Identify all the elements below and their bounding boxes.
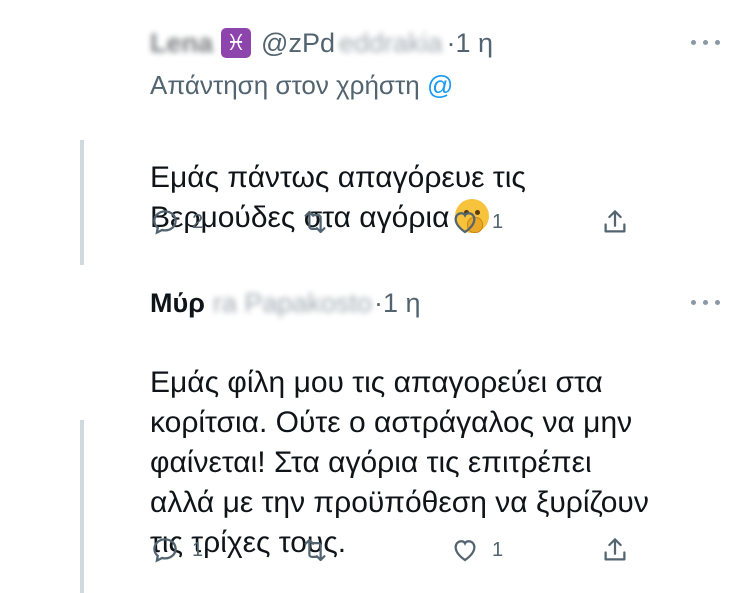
heart-icon [454, 540, 476, 562]
retweet-button[interactable] [300, 535, 450, 565]
like-button[interactable]: 1 [450, 535, 600, 565]
retweet-icon [304, 538, 326, 562]
like-count: 1 [492, 538, 504, 561]
share-button[interactable] [600, 207, 640, 237]
share-icon [604, 210, 626, 233]
heart-icon [454, 212, 476, 234]
tweet-text: Εμάς φίλη μου τις απαγορεύει στα κορίτσι… [150, 323, 710, 563]
tweet-header: Lena ♓ @zPd eddrakia ·1 η [150, 26, 493, 60]
tweet[interactable]: Lena ♓ @zPd eddrakia ·1 η Απάντηση στον … [0, 0, 750, 280]
action-bar: 1 1 [150, 530, 640, 570]
like-button[interactable]: 1 [450, 207, 600, 237]
share-icon [604, 538, 626, 561]
reply-to-label: Απάντηση στον χρήστη [150, 70, 420, 100]
reply-to-line: Απάντηση στον χρήστη @ [150, 70, 453, 101]
reply-count: 2 [192, 210, 204, 233]
author-name[interactable]: Lena [150, 28, 213, 59]
reply-count: 1 [192, 538, 204, 561]
timestamp[interactable]: ·1 η [374, 288, 421, 319]
like-count: 1 [492, 210, 504, 233]
reply-button[interactable]: 1 [150, 535, 300, 565]
timestamp[interactable]: ·1 η [447, 28, 494, 59]
author-handle[interactable]: @zPd [261, 28, 335, 59]
author-name-hidden: ra Papakosto [212, 287, 373, 318]
reply-icon [153, 538, 177, 563]
more-icon[interactable] [691, 40, 720, 45]
pisces-emoji: ♓ [221, 28, 252, 58]
reply-button[interactable]: 2 [150, 207, 300, 237]
reply-to-handle[interactable]: @ [427, 70, 453, 100]
reply-icon [153, 210, 177, 235]
author-name[interactable]: Μύρ [150, 288, 205, 319]
tweet-header: Μύρ ra Papakosto ·1 η [150, 286, 421, 320]
retweet-icon [304, 210, 326, 234]
action-bar: 2 1 [150, 202, 640, 242]
share-button[interactable] [600, 535, 640, 565]
retweet-button[interactable] [300, 207, 450, 237]
tweet[interactable]: Μύρ ra Papakosto ·1 η Εμάς φίλη μου τις … [0, 280, 750, 593]
author-handle-hidden: eddrakia [338, 27, 443, 58]
more-icon[interactable] [691, 300, 720, 305]
